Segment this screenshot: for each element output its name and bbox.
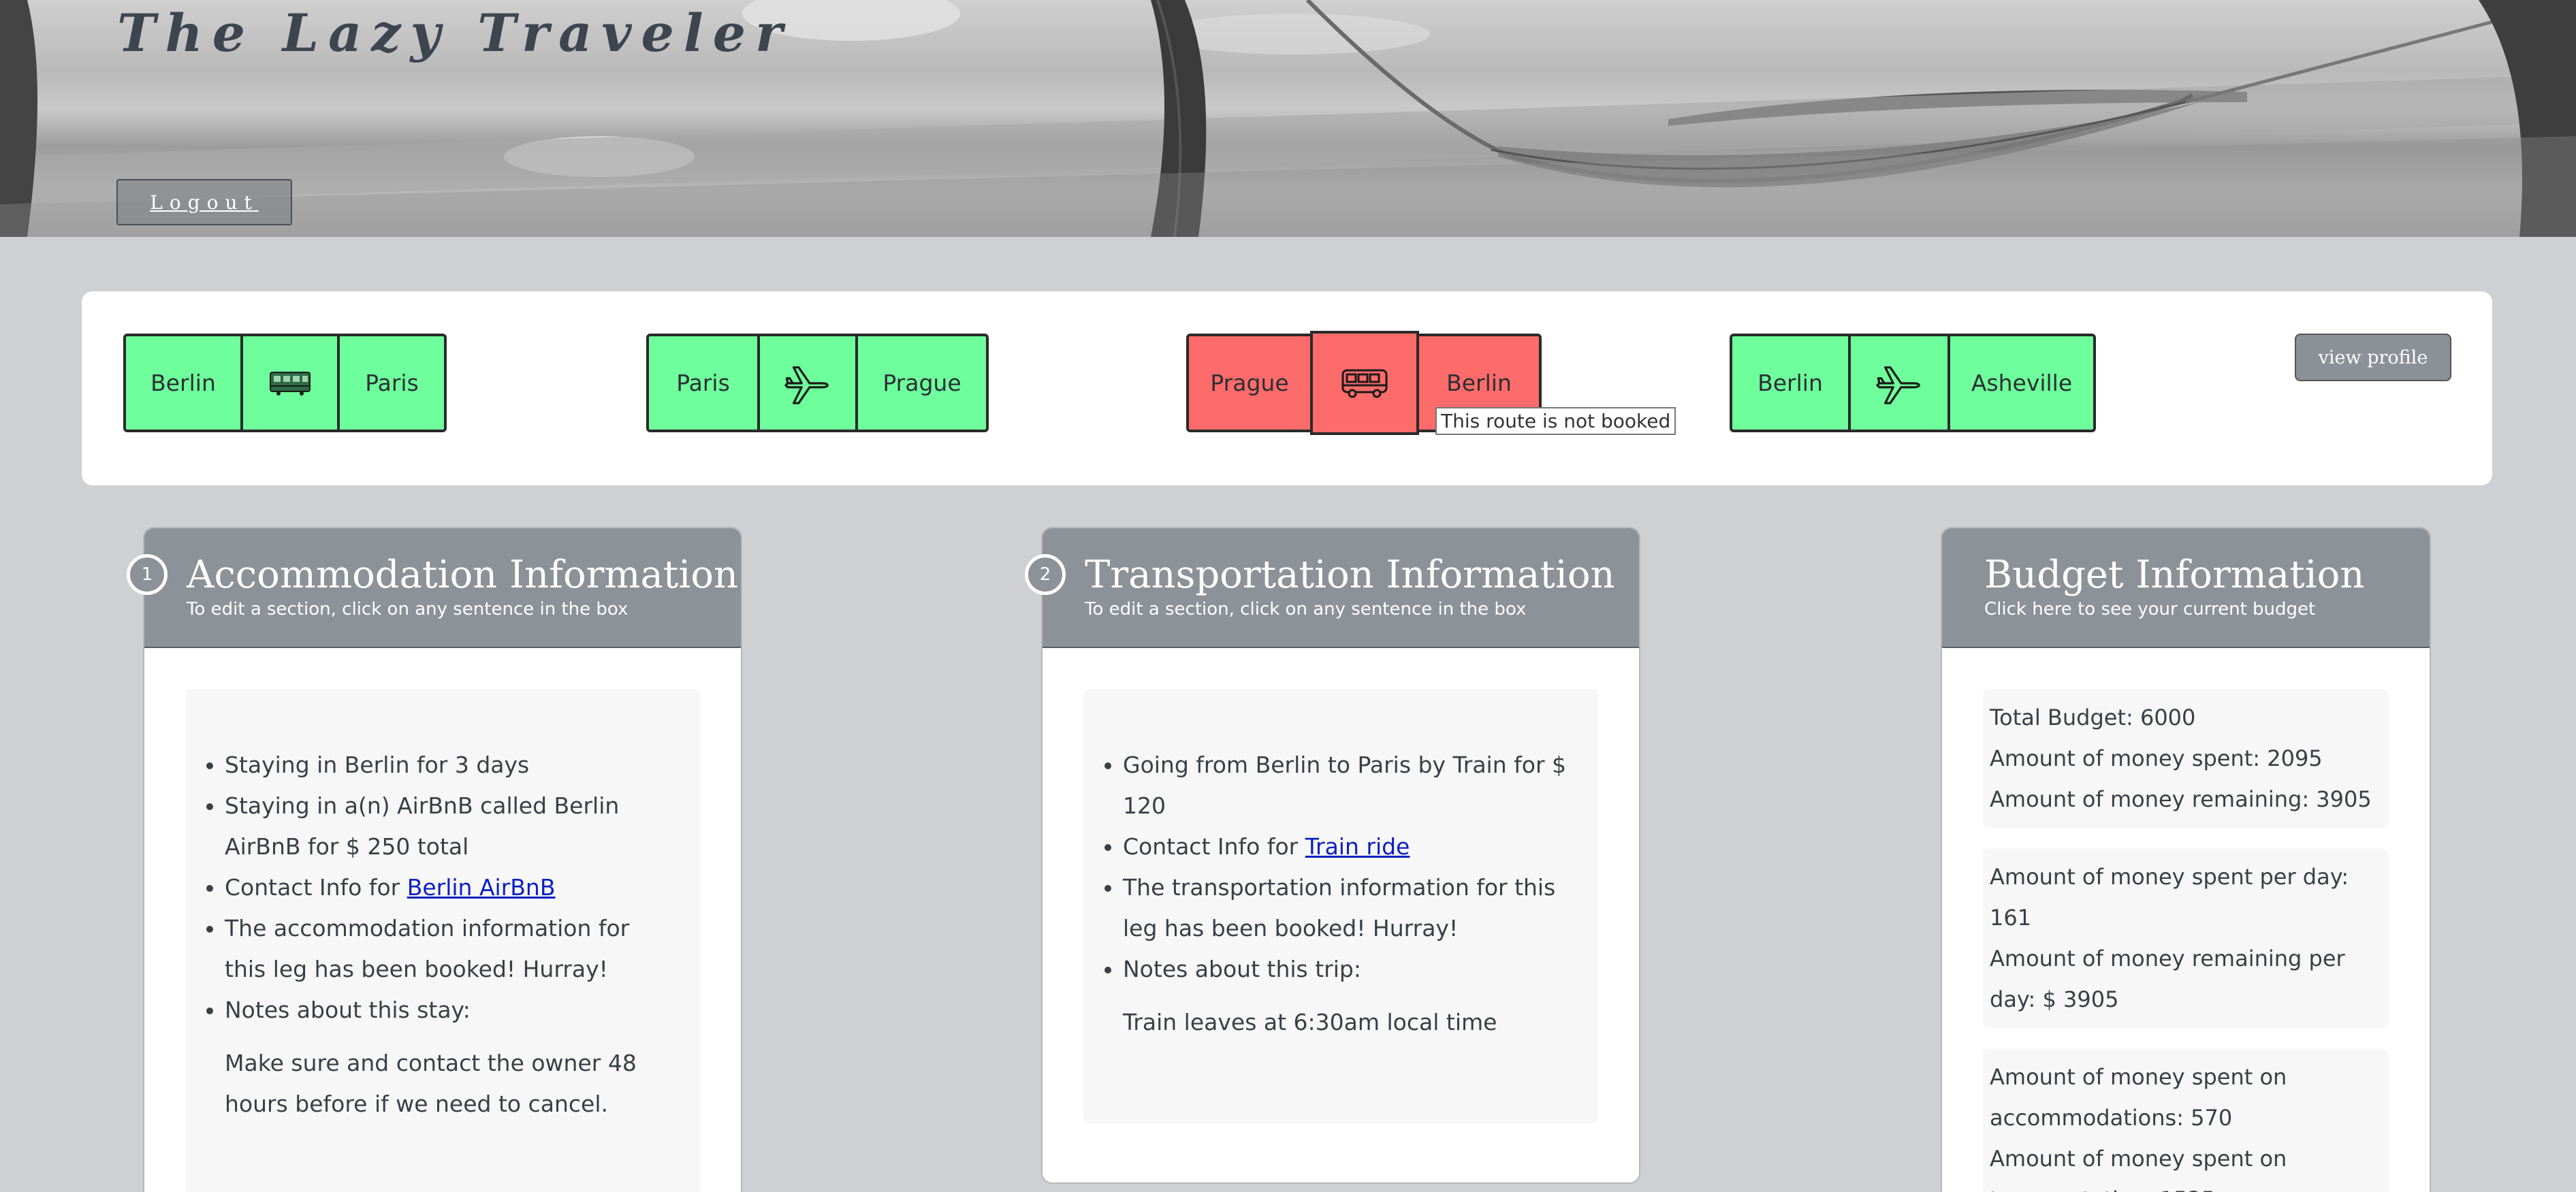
transportation-route[interactable]: Going from Berlin to Paris by Train for … bbox=[1123, 745, 1571, 826]
step-number: 2 bbox=[1025, 554, 1066, 595]
contact-link[interactable]: Berlin AirBnB bbox=[407, 874, 556, 901]
accommodation-card: 1 Accommodation Information To edit a se… bbox=[127, 527, 742, 1192]
card-header[interactable]: Accommodation Information To edit a sect… bbox=[144, 528, 741, 648]
card-title: Budget Information bbox=[1984, 553, 2365, 597]
view-profile-button[interactable]: view profile bbox=[2295, 334, 2451, 381]
money-remaining: Amount of money remaining: 3905 bbox=[1990, 786, 2372, 812]
contact-link[interactable]: Train ride bbox=[1305, 833, 1410, 860]
route-to-city: Prague bbox=[882, 370, 961, 396]
accommodation-note[interactable]: Make sure and contact the owner 48 hours… bbox=[206, 1043, 673, 1125]
transportation-card: 2 Transportation Information To edit a s… bbox=[1025, 527, 1640, 1184]
budget-per-day: Amount of money spent per day: 161 Amoun… bbox=[1983, 848, 2389, 1028]
remaining-per-day: Amount of money remaining per day: $ 390… bbox=[1990, 946, 2345, 1012]
spent-on-transportation: Amount of money spent on transportation:… bbox=[1990, 1146, 2287, 1192]
card-subtitle: To edit a section, click on any sentence… bbox=[1085, 598, 1527, 619]
route-to-city: Paris bbox=[365, 370, 419, 396]
transportation-note[interactable]: Train leaves at 6:30am local time bbox=[1104, 1002, 1571, 1043]
accommodation-type[interactable]: Staying in a(n) AirBnB called Berlin Air… bbox=[225, 786, 673, 867]
route-leg-4[interactable]: Berlin Asheville bbox=[1730, 334, 2096, 432]
route-from-city: Berlin bbox=[1758, 370, 1823, 396]
site-title: The Lazy Traveler bbox=[117, 3, 793, 63]
step-number: 1 bbox=[127, 554, 168, 595]
accommodation-notes-label[interactable]: Notes about this stay: bbox=[225, 990, 673, 1031]
spent-per-day: Amount of money spent per day: 161 bbox=[1990, 864, 2349, 931]
contact-label: Contact Info for bbox=[1123, 833, 1305, 860]
money-spent: Amount of money spent: 2095 bbox=[1990, 745, 2323, 771]
route-leg-2[interactable]: Paris Prague bbox=[646, 334, 989, 432]
transportation-details: Going from Berlin to Paris by Train for … bbox=[1083, 689, 1598, 1123]
card-subtitle: Click here to see your current budget bbox=[1984, 598, 2316, 619]
airplane-icon bbox=[1848, 336, 1950, 430]
card-title: Transportation Information bbox=[1085, 553, 1615, 597]
card-header[interactable]: Transportation Information To edit a sec… bbox=[1043, 528, 1639, 648]
accommodation-details: Staying in Berlin for 3 days Staying in … bbox=[185, 689, 700, 1192]
card-subtitle: To edit a section, click on any sentence… bbox=[187, 598, 629, 619]
header-banner: The Lazy Traveler Logout bbox=[0, 0, 2576, 237]
route-tooltip: This route is not booked bbox=[1435, 407, 1676, 435]
route-from-city: Prague bbox=[1210, 370, 1289, 396]
route-from-city: Berlin bbox=[150, 370, 216, 396]
route-bar: Berlin Paris Paris Prague Prague Berlin … bbox=[82, 291, 2492, 485]
train-icon bbox=[240, 336, 340, 430]
card-title: Accommodation Information bbox=[187, 553, 739, 597]
logout-button[interactable]: Logout bbox=[116, 179, 292, 225]
airplane-icon bbox=[757, 336, 858, 430]
budget-card: Budget Information Click here to see you… bbox=[1941, 527, 2431, 1192]
total-budget: Total Budget: 6000 bbox=[1990, 705, 2196, 730]
route-from-city: Paris bbox=[676, 370, 730, 396]
route-to-city: Asheville bbox=[1971, 370, 2073, 396]
bus-icon bbox=[1310, 331, 1419, 435]
transportation-booked-status[interactable]: The transportation information for this … bbox=[1123, 867, 1571, 949]
spent-on-accommodations: Amount of money spent on accommodations:… bbox=[1990, 1064, 2287, 1131]
accommodation-contact[interactable]: Contact Info for Berlin AirBnB bbox=[225, 867, 673, 908]
transportation-contact[interactable]: Contact Info for Train ride bbox=[1123, 826, 1571, 867]
transportation-notes-label[interactable]: Notes about this trip: bbox=[1123, 949, 1571, 990]
accommodation-duration[interactable]: Staying in Berlin for 3 days bbox=[225, 745, 673, 786]
budget-totals: Total Budget: 6000 Amount of money spent… bbox=[1983, 689, 2389, 828]
route-leg-1[interactable]: Berlin Paris bbox=[123, 334, 447, 432]
card-header[interactable]: Budget Information Click here to see you… bbox=[1942, 528, 2430, 648]
budget-by-category: Amount of money spent on accommodations:… bbox=[1983, 1048, 2389, 1192]
contact-label: Contact Info for bbox=[225, 874, 407, 901]
accommodation-booked-status[interactable]: The accommodation information for this l… bbox=[225, 908, 673, 990]
